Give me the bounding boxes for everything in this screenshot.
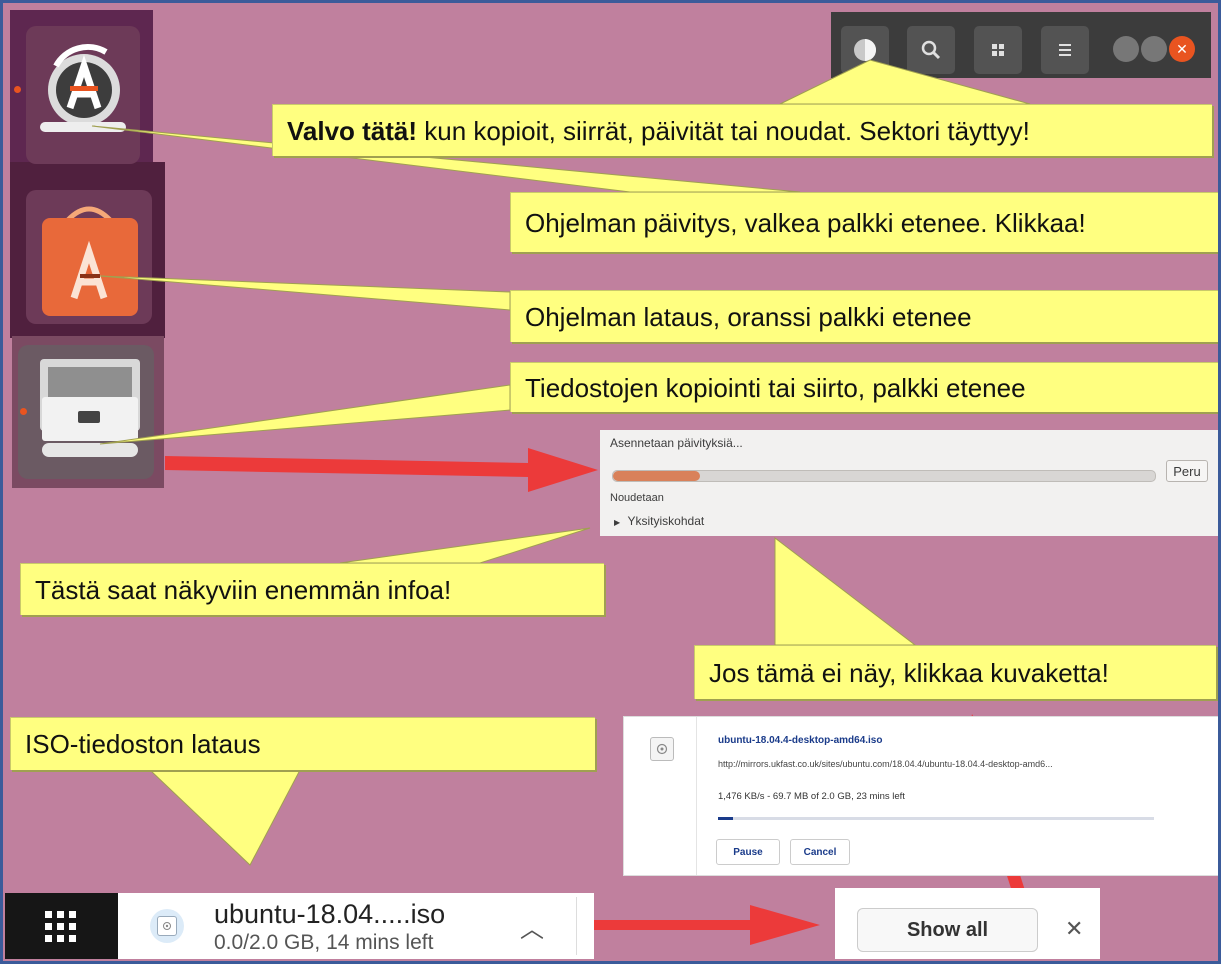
callout-software-update-text: Ohjelman päivitys, valkea palkki etenee.… [525,207,1086,238]
callout-pointer [99,275,511,311]
callout-click-icon-text: Jos tämä ei näy, klikkaa kuvaketta! [709,657,1109,688]
callout-iso-download: ISO-tiedoston lataus [10,717,595,770]
shelf-divider [576,897,577,955]
pause-button[interactable]: Pause [716,839,780,865]
callout-file-copy: Tiedostojen kopiointi tai siirto, palkki… [510,362,1218,412]
download-url: http://mirrors.ukfast.co.uk/sites/ubuntu… [718,759,1053,769]
callout-more-info: Tästä saat näkyviin enemmän infoa! [20,563,604,615]
update-progress-fill [613,471,700,481]
shelf-filename: ubuntu-18.04.....iso [214,899,446,929]
show-all-button[interactable]: Show all [857,908,1038,952]
close-icon[interactable]: ✕ [1065,916,1083,942]
cancel-download-button[interactable]: Cancel [790,839,850,865]
update-install-dialog: Asennetaan päivityksiä... Peru Noudetaan… [600,430,1218,536]
callout-click-icon: Jos tämä ei näy, klikkaa kuvaketta! [694,645,1216,699]
card-divider [696,717,697,875]
callout-software-update: Ohjelman päivitys, valkea palkki etenee.… [510,192,1220,252]
callout-software-download-text: Ohjelman lataus, oranssi palkki etenee [525,301,972,332]
download-status: 1,476 KB/s - 69.7 MB of 2.0 GB, 23 mins … [718,791,905,802]
download-item-card: ubuntu-18.04.4-desktop-amd64.iso http://… [623,716,1221,876]
shelf-status: 0.0/2.0 GB, 14 mins left [214,931,434,954]
red-arrow [165,448,598,492]
download-shelf-item[interactable]: ubuntu-18.04.....iso 0.0/2.0 GB, 14 mins… [118,893,594,959]
callout-file-copy-text: Tiedostojen kopiointi tai siirto, palkki… [525,372,1026,403]
callout-software-download: Ohjelman lataus, oranssi palkki etenee [510,290,1218,342]
callout-pointer [774,536,917,646]
callout-sector-bold: Valvo tätä! [287,115,418,146]
details-expander[interactable]: ▶ Yksityiskohdat [614,514,704,528]
show-all-panel: Show all ✕ [835,888,1100,959]
download-filename-link[interactable]: ubuntu-18.04.4-desktop-amd64.iso [718,735,882,746]
chevron-up-icon[interactable]: ︿ [520,909,544,944]
callout-sector: Valvo tätä! kun kopioit, siirrät, päivit… [272,104,1212,156]
iso-file-icon [150,909,184,943]
update-status: Noudetaan [610,492,664,504]
download-progress-track [718,817,1154,820]
dialog-title: Asennetaan päivityksiä... [610,436,743,450]
file-type-icon [650,737,674,761]
app-grid-area [5,893,118,959]
callout-pointer [339,527,591,564]
update-progress-bar [612,470,1156,482]
callout-iso-download-text: ISO-tiedoston lataus [25,729,261,759]
callout-pointer [779,59,1031,105]
expander-triangle-icon: ▶ [614,518,621,527]
apps-grid-icon[interactable] [45,911,77,943]
cancel-button[interactable]: Peru [1166,460,1208,482]
callout-sector-text: kun kopioit, siirrät, päivität tai nouda… [417,115,1030,146]
download-progress-fill [718,817,734,820]
callout-pointer [99,384,511,445]
callout-more-info-text: Tästä saat näkyviin enemmän infoa! [35,574,452,605]
callout-pointer [148,769,301,866]
details-label: Yksityiskohdat [627,514,705,528]
